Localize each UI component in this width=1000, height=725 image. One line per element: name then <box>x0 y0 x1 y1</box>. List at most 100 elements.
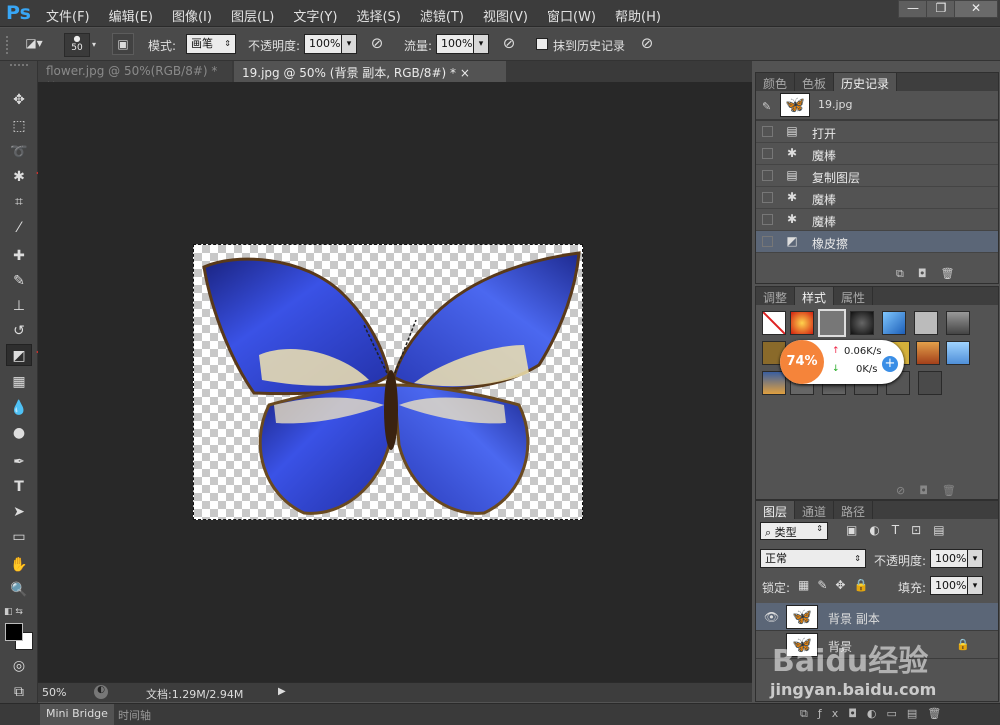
mode-select[interactable]: 画笔 ⇕ <box>186 34 236 54</box>
menu-item[interactable]: 窗口(W) <box>547 6 605 25</box>
pressure-size-icon[interactable]: ⊘ <box>636 33 658 55</box>
history-source-checkbox[interactable] <box>762 236 773 247</box>
status-icon[interactable]: ◐ <box>94 685 108 699</box>
menu-item[interactable]: 帮助(H) <box>615 6 670 25</box>
style-none-swatch[interactable] <box>762 311 786 335</box>
brush-tool-icon[interactable]: ✎ <box>6 270 32 292</box>
eye-icon[interactable]: 👁 <box>764 610 779 624</box>
style-swatch[interactable] <box>946 341 970 365</box>
menu-item[interactable]: 图层(L) <box>231 6 283 25</box>
menu-item[interactable]: 编辑(E) <box>109 6 162 25</box>
history-footer-icons[interactable]: ⧉◘🗑 <box>896 267 969 281</box>
history-brush-tool-icon[interactable]: ↺ <box>6 320 32 342</box>
marquee-tool-icon[interactable]: ⬚ <box>6 115 32 137</box>
status-menu-arrow-icon[interactable]: ▶ <box>278 686 286 697</box>
menu-item[interactable]: 文字(Y) <box>293 6 346 25</box>
menu-item[interactable]: 文件(F) <box>46 6 99 25</box>
zoom-level[interactable]: 50% <box>42 686 66 699</box>
opacity-dropdown-button[interactable]: ▾ <box>341 34 357 54</box>
path-selection-tool-icon[interactable]: ➤ <box>6 501 32 523</box>
layer-filter-icons[interactable]: ▣◐T⊡▤ <box>846 523 957 537</box>
minimize-button[interactable]: — <box>898 0 928 18</box>
history-item[interactable]: ▤ 打开 <box>756 121 998 143</box>
healing-brush-tool-icon[interactable]: ✚ <box>6 245 32 267</box>
lock-icons[interactable]: ▦✎✥🔒 <box>798 578 876 592</box>
layer-opacity-dropdown[interactable]: ▾ <box>967 549 983 568</box>
blend-mode-select[interactable]: 正常 ⇕ <box>760 549 866 568</box>
layer-filter-select[interactable]: ⌕ 类型 ⇕ <box>760 522 828 540</box>
style-swatch[interactable] <box>850 311 874 335</box>
zoom-tool-icon[interactable]: 🔍 <box>6 579 32 601</box>
rectangle-tool-icon[interactable]: ▭ <box>6 526 32 548</box>
tab-swatches[interactable]: 色板 <box>795 73 835 91</box>
fill-input[interactable]: 100% <box>930 576 968 595</box>
erase-history-checkbox[interactable] <box>536 38 548 50</box>
dodge-tool-icon[interactable]: ● <box>6 422 32 444</box>
type-tool-icon[interactable]: T <box>6 476 32 498</box>
net-speed-widget[interactable]: 74% ↑ 0.06K/s ↓ 0K/s + <box>780 340 904 384</box>
style-swatch[interactable] <box>762 371 786 395</box>
tab-flower[interactable]: flower.jpg @ 50%(RGB/8#) * × <box>38 61 232 92</box>
history-item[interactable]: ✱ 魔棒 <box>756 187 998 209</box>
blur-tool-icon[interactable]: 💧 <box>6 397 32 419</box>
airbrush-icon[interactable]: ⊘ <box>498 33 520 55</box>
clone-stamp-tool-icon[interactable]: ⊥ <box>6 295 32 317</box>
style-swatch[interactable] <box>914 311 938 335</box>
tab-properties[interactable]: 属性 <box>834 287 874 305</box>
history-source-checkbox[interactable] <box>762 170 773 181</box>
menu-item[interactable]: 图像(I) <box>172 6 221 25</box>
magic-wand-tool-icon[interactable]: ✱ <box>6 166 32 188</box>
close-icon[interactable]: × <box>460 66 470 80</box>
history-source-checkbox[interactable] <box>762 214 773 225</box>
close-button[interactable]: ✕ <box>954 0 998 18</box>
tab-paths[interactable]: 路径 <box>834 501 874 519</box>
history-snapshot[interactable]: ✎ 🦋 19.jpg <box>756 91 998 121</box>
history-source-checkbox[interactable] <box>762 126 773 137</box>
fill-dropdown[interactable]: ▾ <box>967 576 983 595</box>
opacity-input[interactable]: 100% <box>304 34 342 54</box>
eyedropper-tool-icon[interactable]: ⁄ <box>6 217 32 239</box>
layer-name[interactable]: 背景 副本 <box>828 610 880 627</box>
style-swatch[interactable] <box>790 311 814 335</box>
brush-panel-icon[interactable]: ▣ <box>112 33 134 55</box>
style-swatch[interactable] <box>946 311 970 335</box>
menu-item[interactable]: 选择(S) <box>356 6 409 25</box>
document-canvas[interactable] <box>193 244 583 520</box>
canvas-area[interactable] <box>38 82 752 682</box>
quick-mask-icon[interactable]: ◎ <box>6 655 32 677</box>
eraser-tool-preset-icon[interactable]: ◪▾ <box>20 33 48 55</box>
flow-input[interactable]: 100% <box>436 34 474 54</box>
menu-item[interactable]: 滤镜(T) <box>420 6 473 25</box>
tab-channels[interactable]: 通道 <box>795 501 835 519</box>
default-colors-icon[interactable]: ◧ ⇆ <box>4 607 23 617</box>
tab-layers[interactable]: 图层 <box>756 501 796 519</box>
style-swatch[interactable] <box>916 341 940 365</box>
styles-footer-icons[interactable]: ⊘◘🗑 <box>896 484 970 497</box>
tab-adjustments[interactable]: 调整 <box>756 287 796 305</box>
hand-tool-icon[interactable]: ✋ <box>6 554 32 576</box>
tab-styles[interactable]: 样式 <box>795 287 835 305</box>
tab-color[interactable]: 颜色 <box>756 73 796 91</box>
chevron-down-icon[interactable]: ▾ <box>92 40 96 49</box>
history-brush-icon[interactable]: ✎ <box>762 100 771 113</box>
tab-19jpg[interactable]: 19.jpg @ 50% (背景 副本, RGB/8#) * × <box>234 61 506 82</box>
style-swatch[interactable] <box>882 311 906 335</box>
bottom-panel-icons[interactable]: ⧉ƒx◘◐▭▤🗑 <box>800 707 951 721</box>
flow-dropdown-button[interactable]: ▾ <box>473 34 489 54</box>
layer-row-selected[interactable]: 👁 🦋 背景 副本 <box>756 603 998 631</box>
tab-timeline[interactable]: 时间轴 <box>116 704 153 725</box>
eraser-tool-icon[interactable]: ◩ <box>6 344 32 366</box>
move-tool-icon[interactable]: ✥ <box>6 89 32 111</box>
history-item[interactable]: ✱ 魔棒 <box>756 209 998 231</box>
menu-item[interactable]: 视图(V) <box>483 6 537 25</box>
brush-size-picker[interactable]: ● 50 <box>64 33 90 57</box>
tab-mini-bridge[interactable]: Mini Bridge <box>40 704 114 725</box>
pressure-opacity-icon[interactable]: ⊘ <box>366 33 388 55</box>
gradient-tool-icon[interactable]: ▦ <box>6 371 32 393</box>
style-swatch[interactable] <box>918 371 942 395</box>
crop-tool-icon[interactable]: ⌗ <box>6 191 32 213</box>
pen-tool-icon[interactable]: ✒ <box>6 451 32 473</box>
style-swatch[interactable] <box>818 309 846 337</box>
history-source-checkbox[interactable] <box>762 148 773 159</box>
add-icon[interactable]: + <box>882 356 898 372</box>
